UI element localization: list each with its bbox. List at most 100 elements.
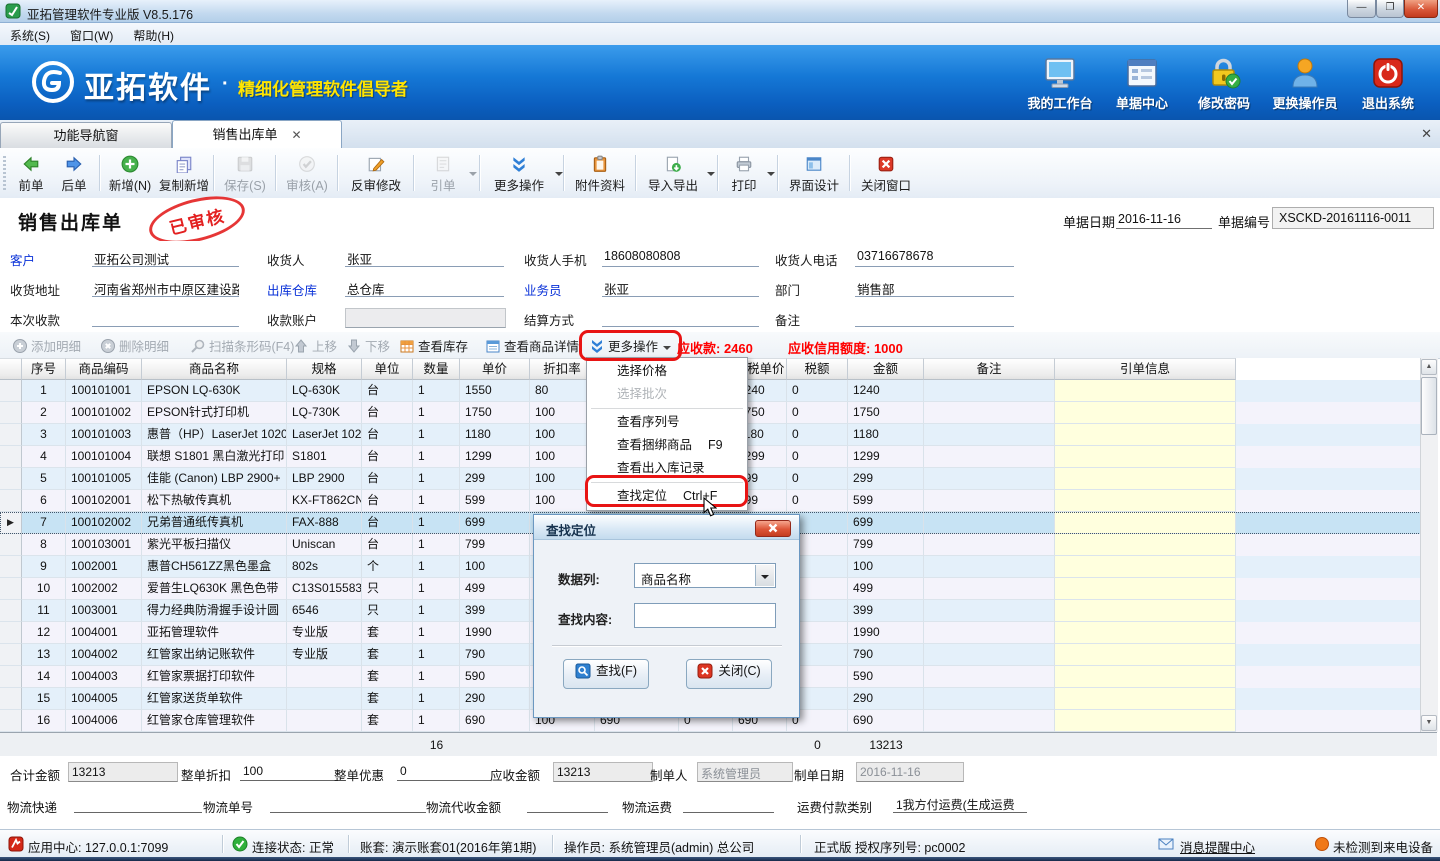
field-value-收货人手机[interactable]: 18608080808 (602, 248, 759, 267)
vertical-scrollbar[interactable]: ▲ ▼ (1420, 358, 1438, 732)
toolbar-button-打印[interactable]: 打印 (722, 152, 766, 194)
field-value-业务员[interactable]: 张亚 (602, 278, 759, 297)
toolbar-button-反审修改[interactable]: 反审修改 (342, 152, 410, 194)
menu-item-查看捆绑商品[interactable]: 查看捆绑商品F9 (587, 434, 747, 457)
footer-value-整单优惠[interactable]: 0 (397, 762, 491, 781)
close-button[interactable]: ✕ (1404, 0, 1438, 18)
toolbar-button-关闭窗口[interactable]: 关闭窗口 (854, 152, 918, 194)
menubar-item-2[interactable]: 帮助(H) (123, 23, 184, 44)
toolbar-button-审核(A)[interactable]: 审核(A) (280, 152, 334, 194)
tabbar-close-icon[interactable]: ✕ (1421, 126, 1432, 142)
combo-dropdown-icon[interactable] (755, 565, 774, 586)
column-header-数量[interactable]: 数量 (413, 358, 460, 380)
footer-label-物流快递: 物流快递 (7, 797, 57, 816)
minimize-button[interactable]: — (1347, 0, 1376, 18)
dialog-close-icon[interactable] (755, 520, 791, 537)
menu-item-查看序列号[interactable]: 查看序列号 (587, 411, 747, 434)
toolbar-button-更多操作[interactable]: 更多操作 (484, 152, 554, 194)
field-value-部门[interactable]: 销售部 (855, 278, 1014, 297)
field-value-客户[interactable]: 亚拓公司测试 (92, 248, 239, 267)
field-label-客户[interactable]: 客户 (10, 250, 35, 269)
toolbar-button-新增(N)[interactable]: 新增(N) (104, 152, 156, 194)
toolbar-button-附件资料[interactable]: 附件资料 (568, 152, 632, 194)
menu-bar: 系统(S)窗口(W)帮助(H) (0, 23, 1440, 45)
summary-qty: 16 (413, 738, 460, 752)
toolbar-button-保存(S)[interactable]: 保存(S) (218, 152, 272, 194)
menubar-item-0[interactable]: 系统(S) (0, 23, 60, 44)
doc-date-value[interactable]: 2016-11-16 (1116, 210, 1212, 229)
scrollbar-thumb[interactable] (1421, 377, 1437, 435)
status-connection: 连接状态: 正常 (252, 837, 334, 856)
table-cell: 套 (362, 622, 413, 644)
detail-action-label: 更多操作 (608, 340, 658, 354)
menu-item-查看出入库记录[interactable]: 查看出入库记录 (587, 457, 747, 480)
field-label-出库仓库[interactable]: 出库仓库 (267, 280, 317, 299)
detail-action-更多操作[interactable]: 更多操作 (589, 336, 671, 354)
footer-value-物流单号[interactable] (270, 794, 426, 813)
tab-close-icon[interactable]: ✕ (291, 121, 301, 149)
toolbar-button-复制新增[interactable]: 复制新增 (158, 152, 210, 194)
column-header-税额[interactable]: 税额 (787, 358, 848, 380)
dropdown-caret-icon[interactable] (767, 172, 775, 176)
toolbar-button-界面设计[interactable]: 界面设计 (782, 152, 846, 194)
column-header-引单信息[interactable]: 引单信息 (1055, 358, 1236, 380)
status-message-center-link[interactable]: 消息提醒中心 (1180, 837, 1255, 856)
detail-action-查看商品详情[interactable]: 查看商品详情 (485, 336, 579, 354)
maximize-button[interactable]: ❐ (1376, 0, 1404, 18)
column-header-规格[interactable]: 规格 (287, 358, 362, 380)
scroll-down-icon[interactable]: ▼ (1421, 715, 1437, 731)
footer-value-合计金额[interactable]: 13213 (68, 762, 178, 782)
table-cell: 1003001 (66, 600, 142, 622)
footer-value-物流运费[interactable] (683, 794, 774, 813)
menu-item-选择价格[interactable]: 选择价格 (587, 360, 747, 383)
field-value-结算方式[interactable] (602, 308, 759, 327)
column-header-备注[interactable]: 备注 (924, 358, 1055, 380)
search-content-input[interactable] (634, 603, 776, 628)
field-label-收货地址: 收货地址 (10, 280, 60, 299)
detail-action-查看库存[interactable]: 查看库存 (399, 336, 468, 354)
dialog-title-bar[interactable]: 查找定位 (534, 515, 799, 540)
field-value-本次收款[interactable] (92, 308, 239, 327)
field-value-出库仓库[interactable]: 总仓库 (345, 278, 504, 297)
close-dialog-button[interactable]: 关闭(C) (686, 659, 772, 689)
find-button[interactable]: 查找(F) (563, 659, 649, 689)
column-header-单价[interactable]: 单价 (460, 358, 530, 380)
tab-0[interactable]: 功能导航窗 (0, 122, 172, 148)
add-detail-icon (12, 338, 28, 354)
footer-value-物流代收金额[interactable] (527, 794, 608, 813)
dropdown-caret-icon[interactable] (469, 172, 477, 176)
table-cell (287, 710, 362, 732)
column-header-商品编码[interactable]: 商品编码 (66, 358, 142, 380)
menubar-item-1[interactable]: 窗口(W) (60, 23, 123, 44)
toolbar-button-后单[interactable]: 后单 (53, 152, 95, 194)
field-value-收货人[interactable]: 张亚 (345, 248, 504, 267)
field-label-业务员[interactable]: 业务员 (524, 280, 562, 299)
data-column-select[interactable]: 商品名称 (634, 563, 776, 588)
column-header-金额[interactable]: 金额 (848, 358, 924, 380)
table-cell: 得力经典防滑握手设计圆 (142, 600, 287, 622)
footer-value-整单折扣[interactable]: 100 (240, 762, 338, 781)
field-value-收货人电话[interactable]: 03716678678 (855, 248, 1014, 267)
table-cell: 10 (22, 578, 66, 600)
table-cell (924, 600, 1055, 622)
dropdown-caret-icon[interactable] (555, 172, 563, 176)
toolbar-button-前单[interactable]: 前单 (10, 152, 52, 194)
scroll-up-icon[interactable]: ▲ (1421, 359, 1437, 375)
column-header-序号[interactable]: 序号 (22, 358, 66, 380)
toolbar-button-导入导出[interactable]: 导入导出 (640, 152, 706, 194)
field-value-备注[interactable] (855, 308, 1014, 327)
toolbar-button-引单[interactable]: 引单 (418, 152, 468, 194)
footer-value-运费付款类别[interactable]: 1我方付运费(生成运费 (893, 794, 1027, 813)
dropdown-caret-icon[interactable] (707, 172, 715, 176)
field-value-收款账户[interactable] (345, 308, 506, 328)
tab-1[interactable]: 销售出库单✕ (172, 120, 342, 149)
column-header-商品名称[interactable]: 商品名称 (142, 358, 287, 380)
footer-value-物流快递[interactable] (74, 794, 202, 813)
footer-value-应收金额[interactable]: 13213 (553, 762, 653, 782)
table-cell (924, 512, 1055, 534)
menu-item-查找定位[interactable]: 查找定位Ctrl+F (587, 485, 747, 508)
field-value-收货地址[interactable]: 河南省郑州市中原区建设路口 (92, 278, 239, 297)
change-password-lock-icon (1206, 55, 1242, 91)
dropdown-caret-icon[interactable] (663, 346, 671, 350)
column-header-单位[interactable]: 单位 (362, 358, 413, 380)
